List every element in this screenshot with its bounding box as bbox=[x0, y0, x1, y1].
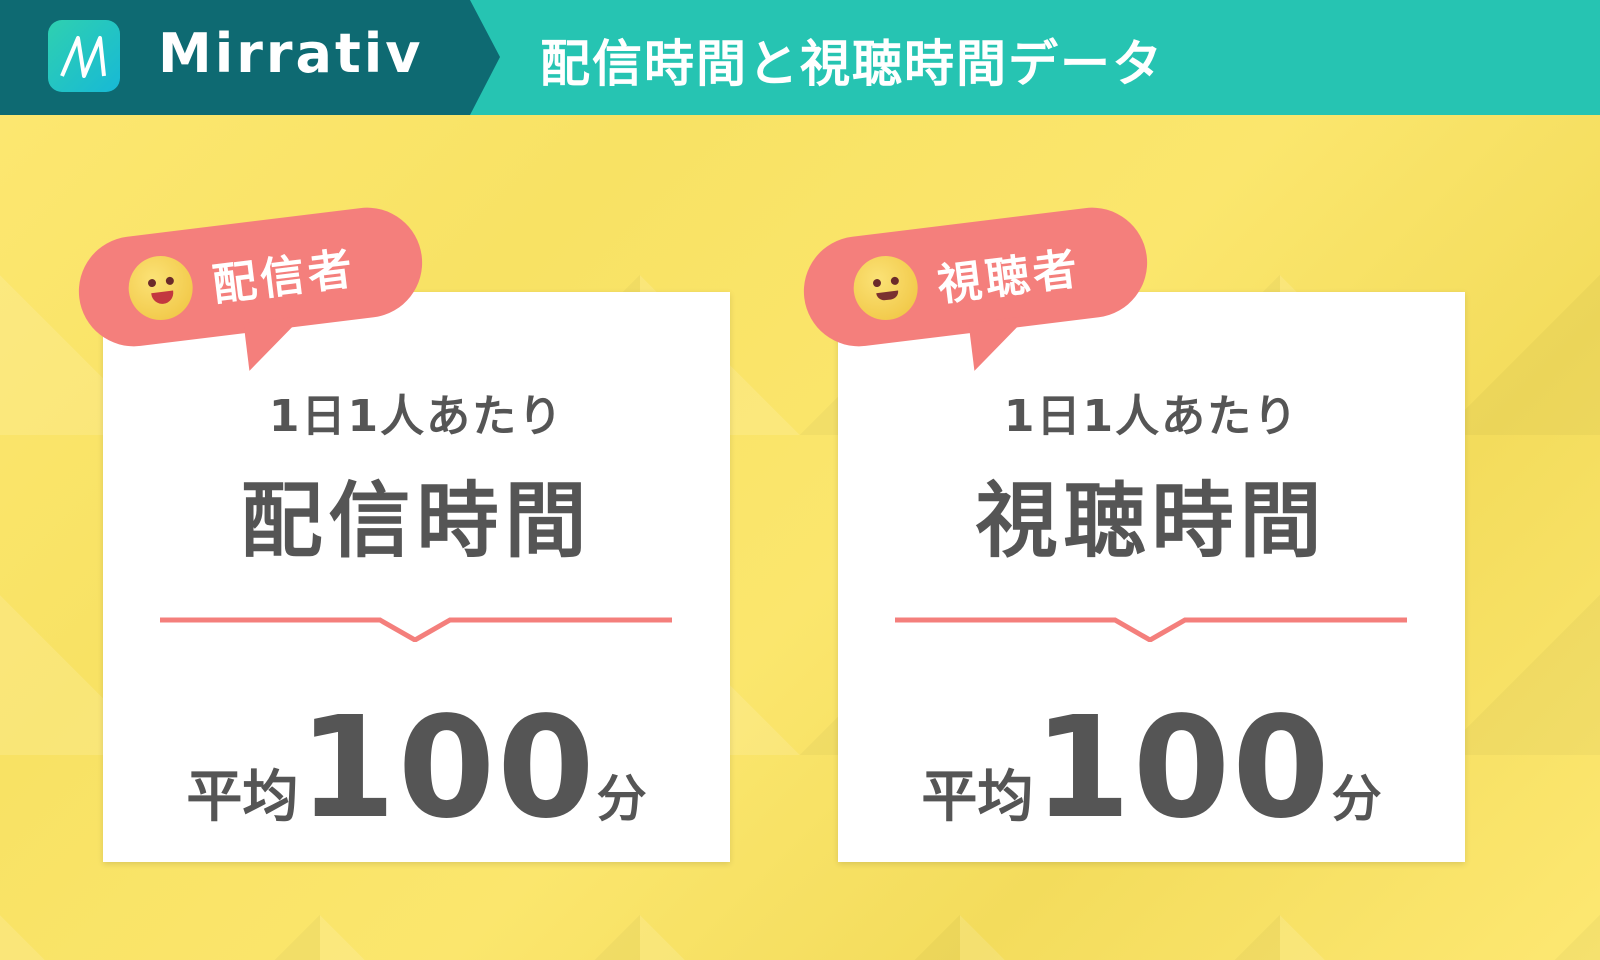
divider-arrow bbox=[160, 617, 672, 642]
badge-label: 視聴者 bbox=[934, 243, 1084, 312]
brand-name: Mirrativ bbox=[158, 22, 424, 85]
card-label: 配信時間 bbox=[240, 474, 593, 569]
average-value: 平均100分 bbox=[838, 687, 1465, 850]
brand-banner: Mirrativ bbox=[0, 0, 500, 115]
header: Mirrativ 配信時間と視聴時間データ bbox=[0, 0, 1600, 115]
avg-prefix: 平均 bbox=[186, 765, 299, 830]
avg-prefix: 平均 bbox=[921, 765, 1034, 830]
average-value: 平均100分 bbox=[103, 687, 730, 850]
viewer-card: 1日1人あたり 視聴時間 平均100分 bbox=[838, 292, 1465, 862]
avg-number: 100 bbox=[298, 687, 597, 850]
badge-label: 配信者 bbox=[209, 243, 359, 312]
page-title: 配信時間と視聴時間データ bbox=[540, 35, 1164, 93]
card-subtitle: 1日1人あたり bbox=[1003, 391, 1300, 442]
avg-number: 100 bbox=[1033, 687, 1332, 850]
streamer-card: 1日1人あたり 配信時間 平均100分 bbox=[103, 292, 730, 862]
card-label: 視聴時間 bbox=[975, 474, 1328, 569]
divider-arrow bbox=[895, 617, 1407, 642]
avg-unit: 分 bbox=[1331, 770, 1382, 828]
avg-unit: 分 bbox=[596, 770, 647, 828]
card-subtitle: 1日1人あたり bbox=[268, 391, 565, 442]
mirrativ-logo-icon bbox=[48, 20, 120, 92]
smiley-face-icon bbox=[125, 252, 197, 324]
smiley-face-icon bbox=[850, 252, 922, 324]
